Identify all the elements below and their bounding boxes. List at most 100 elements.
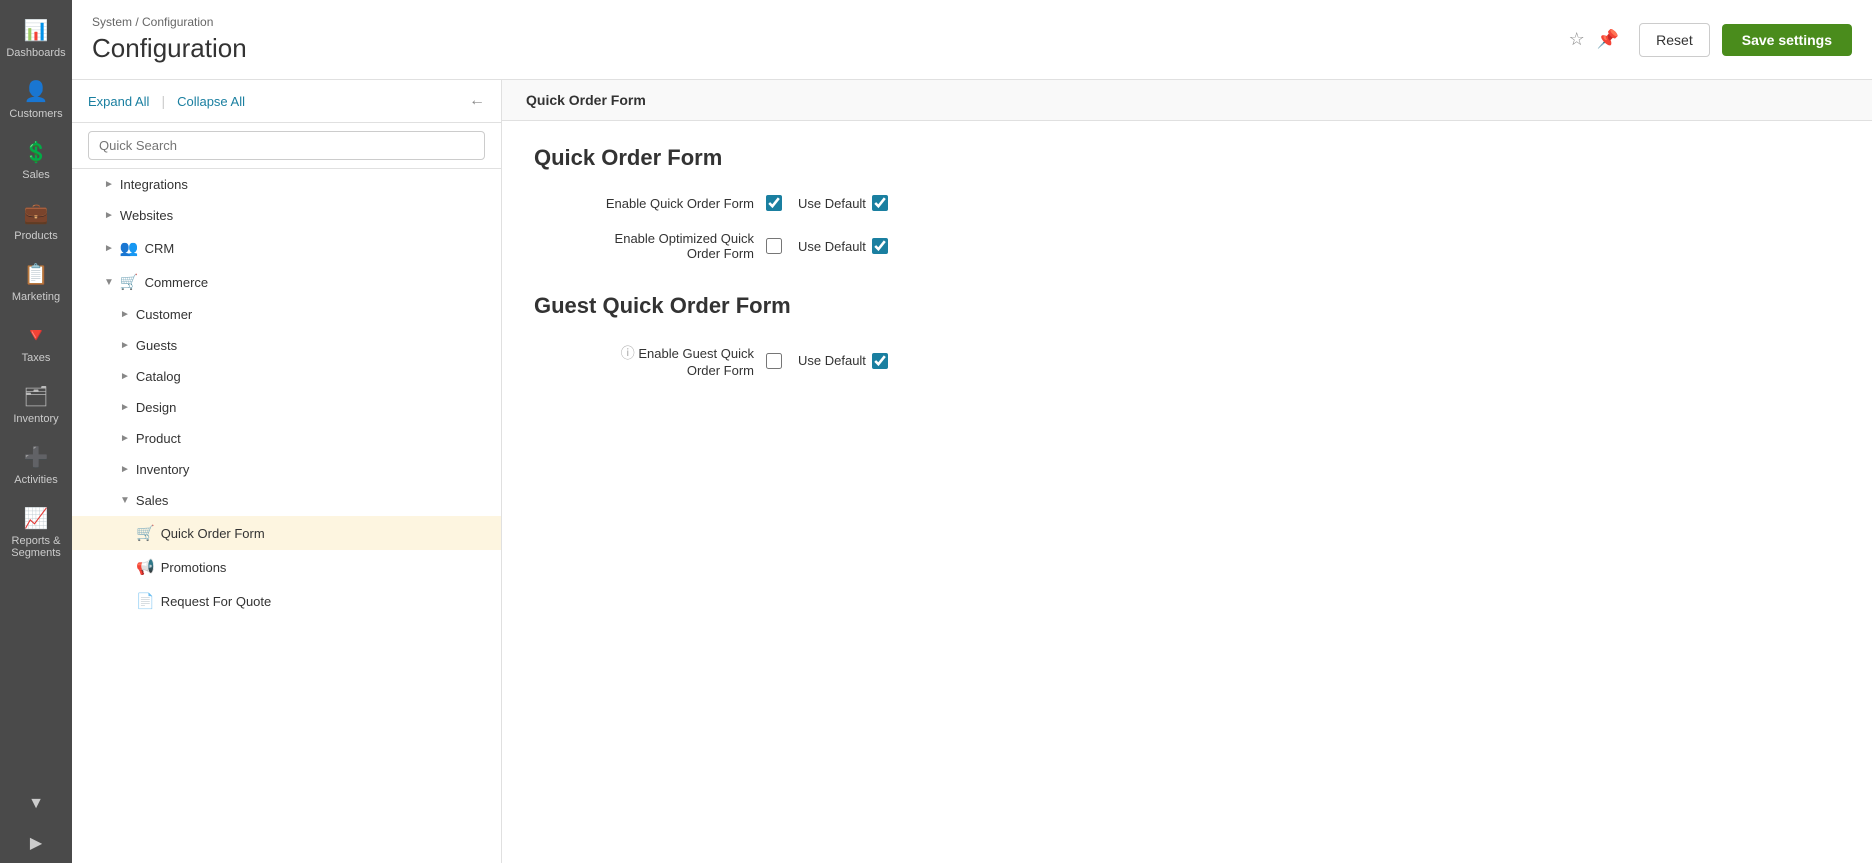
use-default-label-oqof: Use Default — [798, 239, 866, 254]
sidebar-expand-arrow[interactable]: ▶ — [20, 823, 52, 863]
nav-label-product: Product — [136, 431, 485, 446]
nav-item-promotions[interactable]: 📢 Promotions — [72, 550, 501, 584]
products-icon: 💼 — [24, 201, 49, 226]
checkbox-enable-qof[interactable] — [766, 195, 782, 211]
chevron-right-icon: ► — [120, 433, 130, 444]
star-icon[interactable]: ☆ — [1569, 29, 1585, 50]
search-box-wrap — [72, 123, 501, 169]
reports-icon: 📈 — [24, 506, 49, 531]
use-default-label-gqof: Use Default — [798, 353, 866, 368]
chevron-right-icon: ► — [104, 210, 114, 221]
nav-label-sales: Sales — [136, 493, 485, 508]
left-panel-header: Expand All | Collapse All ← — [72, 80, 501, 123]
nav-item-integrations[interactable]: ► Integrations — [72, 169, 501, 200]
checkbox-use-default-qof[interactable] — [872, 195, 888, 211]
use-default-qof: Use Default — [798, 195, 888, 211]
sidebar-collapse-arrow[interactable]: ▼ — [18, 785, 54, 823]
pin-icon[interactable]: 📌 — [1597, 29, 1619, 50]
nav-label-guests: Guests — [136, 338, 485, 353]
section-header: Quick Order Form — [502, 80, 1872, 121]
nav-item-websites[interactable]: ► Websites — [72, 200, 501, 231]
sidebar-item-dashboards[interactable]: 📊 Dashboards — [0, 8, 72, 69]
use-default-gqof: Use Default — [798, 353, 888, 369]
nav-item-product[interactable]: ► Product — [72, 423, 501, 454]
sidebar-item-marketing[interactable]: 📋 Marketing — [0, 252, 72, 313]
commerce-icon: 🛒 — [120, 273, 139, 291]
nav-item-design[interactable]: ► Design — [72, 392, 501, 423]
nav-label-quick-order-form: Quick Order Form — [161, 526, 485, 541]
save-settings-button[interactable]: Save settings — [1722, 24, 1852, 56]
sidebar-item-label: Products — [14, 230, 57, 242]
breadcrumb: System / Configuration — [92, 15, 247, 29]
nav-item-crm[interactable]: ► 👥 CRM — [72, 231, 501, 265]
topbar: System / Configuration Configuration ☆ 📌… — [72, 0, 1872, 80]
form-row-enable-oqof: Enable Optimized QuickOrder Form Use Def… — [534, 231, 1840, 261]
back-arrow-icon[interactable]: ← — [469, 92, 485, 110]
right-panel: Quick Order Form Quick Order Form Enable… — [502, 80, 1872, 863]
rfq-icon: 📄 — [136, 592, 155, 610]
checkbox-enable-oqof[interactable] — [766, 238, 782, 254]
reset-button[interactable]: Reset — [1639, 23, 1710, 57]
nav-tree: ► Integrations ► Websites ► 👥 CRM ▼ 🛒 — [72, 169, 501, 863]
chevron-right-icon: ► — [104, 243, 114, 254]
collapse-all-link[interactable]: Collapse All — [177, 94, 245, 109]
form-row-enable-gqof: ⓘ Enable Guest QuickOrder Form Use Defau… — [534, 343, 1840, 378]
nav-item-sales[interactable]: ▼ Sales — [72, 485, 501, 516]
nav-item-catalog[interactable]: ► Catalog — [72, 361, 501, 392]
nav-item-guests[interactable]: ► Guests — [72, 330, 501, 361]
sidebar-item-label: Marketing — [12, 291, 60, 303]
guest-quick-order-form-title: Guest Quick Order Form — [534, 293, 1840, 319]
sidebar-item-customers[interactable]: 👤 Customers — [0, 69, 72, 130]
sidebar-item-label: Sales — [22, 169, 50, 181]
sales-icon: 💲 — [24, 140, 49, 165]
section-body: Quick Order Form Enable Quick Order Form… — [502, 121, 1872, 422]
expand-all-link[interactable]: Expand All — [88, 94, 149, 109]
sidebar-item-products[interactable]: 💼 Products — [0, 191, 72, 252]
nav-label-customer: Customer — [136, 307, 485, 322]
main-content: System / Configuration Configuration ☆ 📌… — [72, 0, 1872, 863]
controls-enable-qof: Use Default — [766, 195, 888, 211]
quick-order-form-title: Quick Order Form — [534, 145, 1840, 171]
nav-label-promotions: Promotions — [161, 560, 485, 575]
sidebar-item-label: Activities — [14, 474, 57, 486]
use-default-oqof: Use Default — [798, 238, 888, 254]
crm-icon: 👥 — [120, 239, 139, 257]
label-enable-qof: Enable Quick Order Form — [534, 196, 754, 211]
nav-item-rfq[interactable]: 📄 Request For Quote — [72, 584, 501, 618]
chevron-down-icon: ▼ — [104, 277, 114, 288]
nav-item-customer[interactable]: ► Customer — [72, 299, 501, 330]
sidebar-item-inventory[interactable]: 🗂 Inventory — [0, 374, 72, 435]
page-title: Configuration — [92, 33, 247, 64]
nav-item-inventory[interactable]: ► Inventory — [72, 454, 501, 485]
sidebar-item-sales[interactable]: 💲 Sales — [0, 130, 72, 191]
nav-label-inventory: Inventory — [136, 462, 485, 477]
customers-icon: 👤 — [24, 79, 49, 104]
nav-item-commerce[interactable]: ▼ 🛒 Commerce — [72, 265, 501, 299]
form-row-enable-qof: Enable Quick Order Form Use Default — [534, 195, 1840, 211]
nav-label-websites: Websites — [120, 208, 485, 223]
sidebar-item-label: Customers — [9, 108, 62, 120]
nav-label-design: Design — [136, 400, 485, 415]
topbar-left: System / Configuration Configuration — [92, 15, 247, 64]
sidebar-item-taxes[interactable]: 🔻 Taxes — [0, 313, 72, 374]
topbar-right: ☆ 📌 Reset Save settings — [1569, 23, 1852, 57]
checkbox-use-default-oqof[interactable] — [872, 238, 888, 254]
checkbox-enable-gqof[interactable] — [766, 353, 782, 369]
left-panel: Expand All | Collapse All ← ► Integratio… — [72, 80, 502, 863]
promotions-icon: 📢 — [136, 558, 155, 576]
dashboards-icon: 📊 — [24, 18, 49, 43]
chevron-right-icon: ► — [120, 340, 130, 351]
sidebar-item-label: Reports &Segments — [11, 535, 61, 559]
checkbox-use-default-gqof[interactable] — [872, 353, 888, 369]
inventory-icon: 🗂 — [23, 384, 48, 409]
content-wrapper: Expand All | Collapse All ← ► Integratio… — [72, 80, 1872, 863]
info-icon: ⓘ — [621, 345, 635, 361]
sidebar-item-label: Inventory — [13, 413, 58, 425]
chevron-right-icon: ► — [120, 371, 130, 382]
label-enable-oqof: Enable Optimized QuickOrder Form — [534, 231, 754, 261]
search-input[interactable] — [88, 131, 485, 160]
nav-item-quick-order-form[interactable]: 🛒 Quick Order Form — [72, 516, 501, 550]
sidebar-item-reports[interactable]: 📈 Reports &Segments — [0, 496, 72, 569]
nav-label-crm: CRM — [145, 241, 485, 256]
sidebar-item-activities[interactable]: ➕ Activities — [0, 435, 72, 496]
